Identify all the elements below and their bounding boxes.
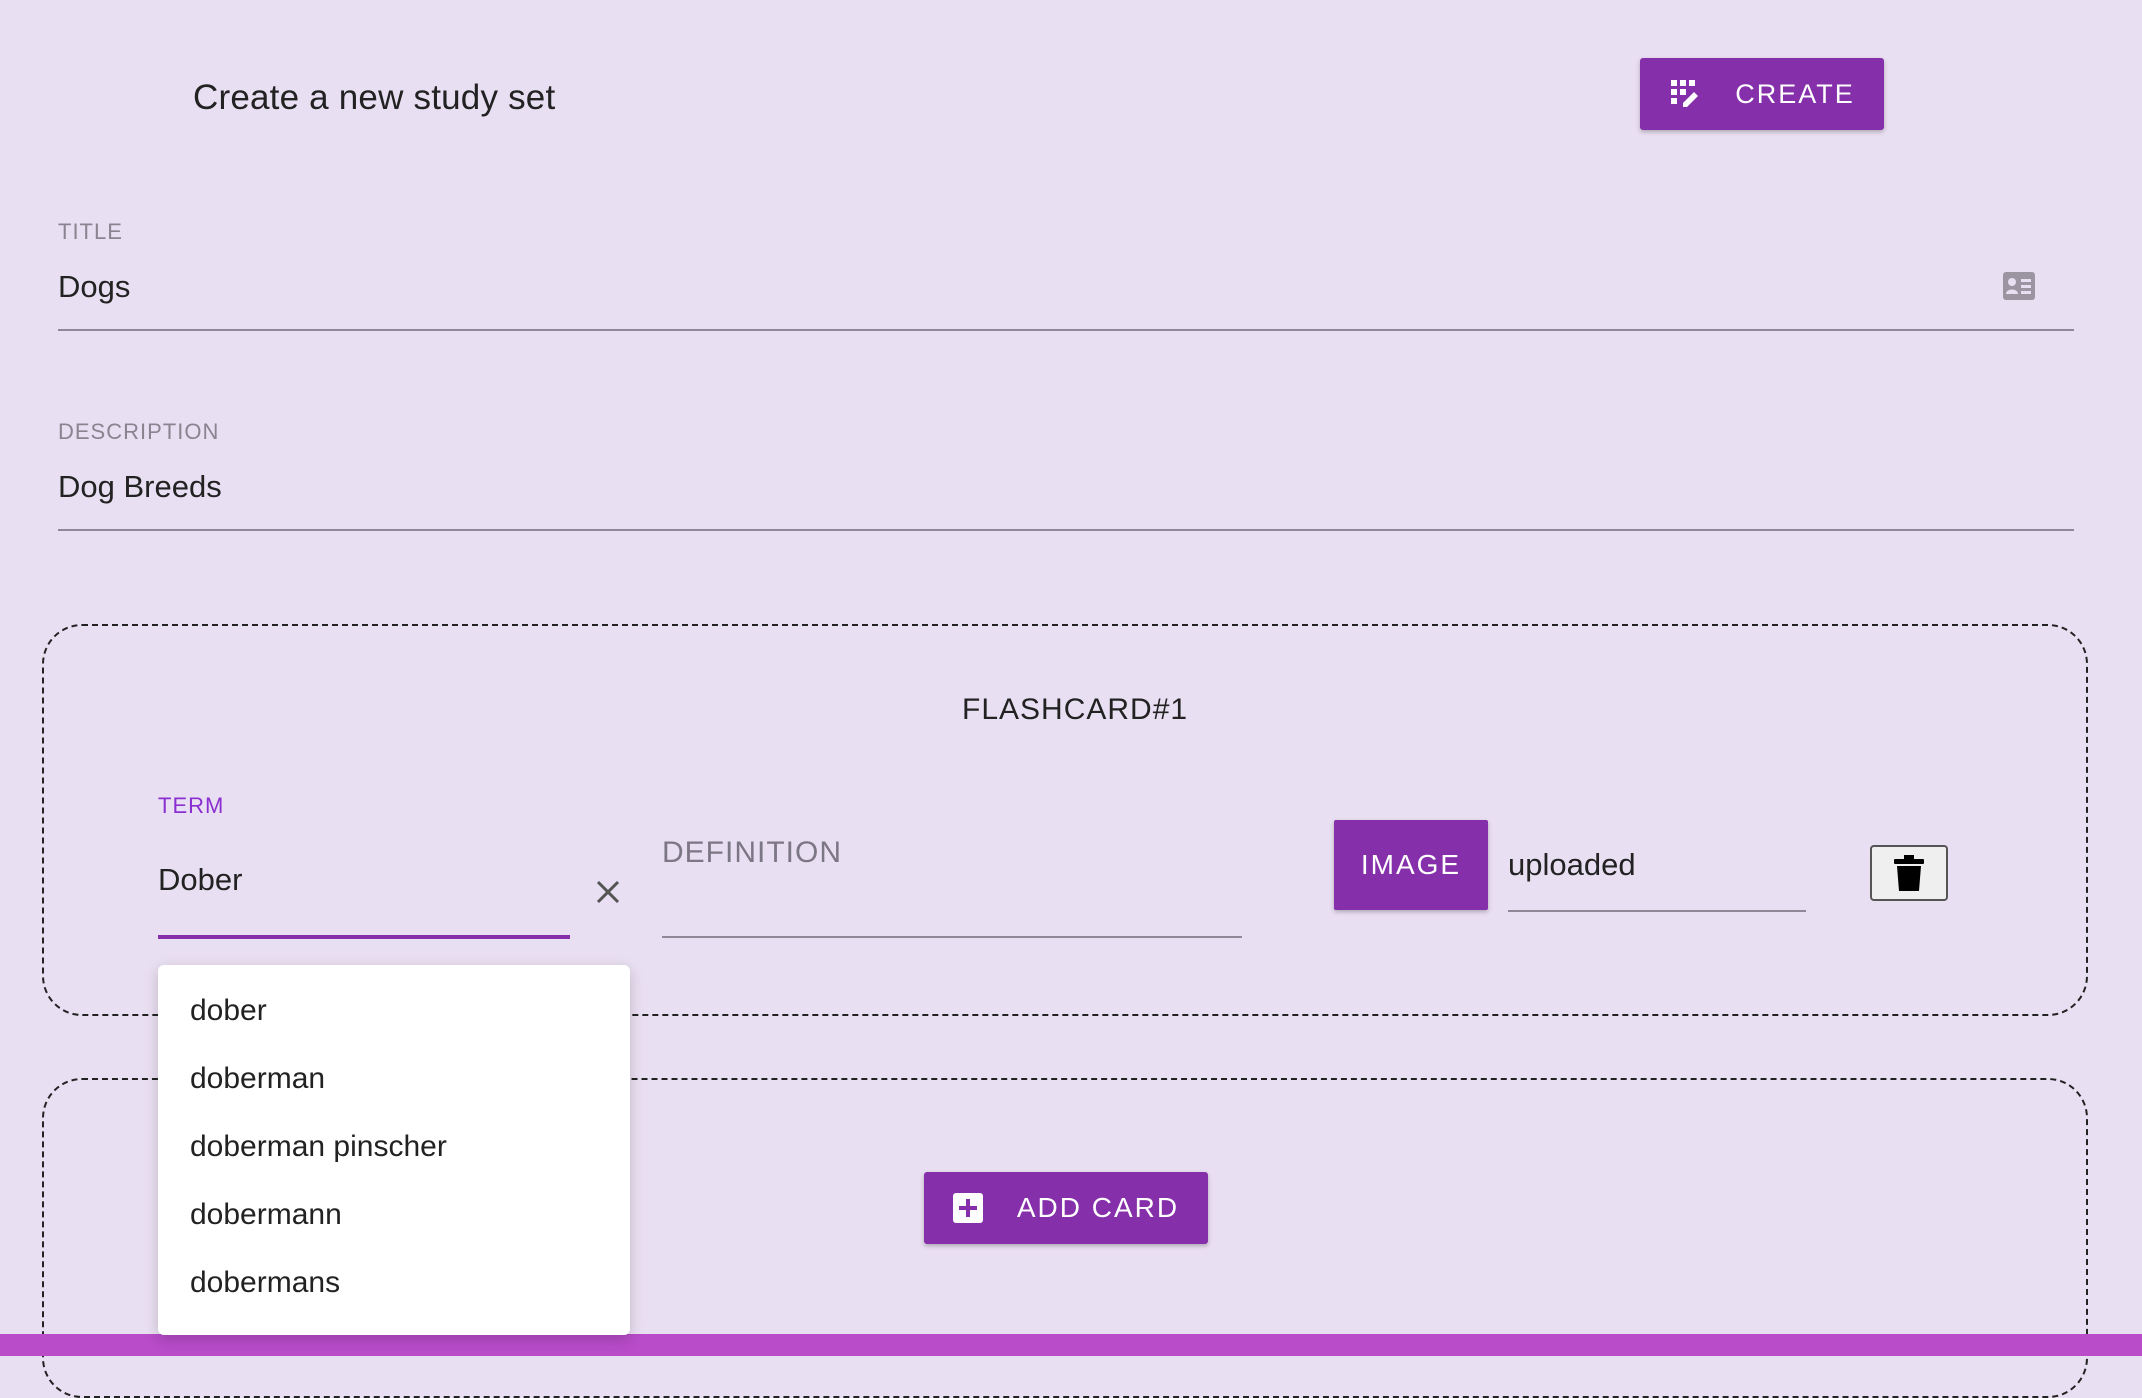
upload-status-field: uploaded: [1508, 847, 1636, 882]
description-field[interactable]: Dog Breeds: [58, 469, 222, 505]
autocomplete-dropdown: dober doberman doberman pinscher doberma…: [158, 965, 630, 1335]
contact-card-icon: [2002, 271, 2036, 306]
term-field-label: TERM: [158, 793, 225, 818]
autocomplete-option[interactable]: dobermann: [158, 1181, 630, 1249]
autocomplete-option[interactable]: doberman: [158, 1045, 630, 1113]
trash-icon: [1894, 855, 1924, 891]
flashcard-container: [42, 624, 2088, 1016]
autocomplete-option[interactable]: dober: [158, 977, 630, 1045]
title-field-label: TITLE: [58, 219, 123, 244]
close-icon[interactable]: [588, 872, 628, 912]
image-upload-button-label: IMAGE: [1360, 849, 1462, 880]
term-input[interactable]: Dober: [158, 862, 242, 898]
autocomplete-option[interactable]: doberman pinscher: [158, 1113, 630, 1181]
title-underline: [58, 329, 2074, 331]
flashcard-title: FLASHCARD#1: [962, 693, 1189, 726]
bottom-bar: [0, 1334, 2142, 1356]
image-upload-button[interactable]: IMAGE: [1334, 820, 1488, 910]
definition-input[interactable]: DEFINITION: [662, 836, 842, 870]
plus-box-icon: [952, 1193, 983, 1223]
title-field[interactable]: Dogs: [58, 269, 130, 305]
grid-edit-icon: [1669, 78, 1701, 110]
definition-underline: [662, 936, 1242, 938]
term-underline: [158, 935, 570, 939]
create-button-label: CREATE: [1735, 78, 1855, 109]
description-underline: [58, 529, 2074, 531]
upload-status-underline: [1508, 910, 1806, 912]
description-field-label: DESCRIPTION: [58, 419, 220, 444]
add-card-button-label: ADD CARD: [1016, 1192, 1180, 1223]
add-card-button[interactable]: ADD CARD: [924, 1172, 1208, 1244]
autocomplete-option[interactable]: dobermans: [158, 1249, 630, 1317]
create-button[interactable]: CREATE: [1640, 58, 1884, 130]
page-title: Create a new study set: [193, 78, 556, 117]
delete-card-button[interactable]: [1870, 845, 1948, 901]
